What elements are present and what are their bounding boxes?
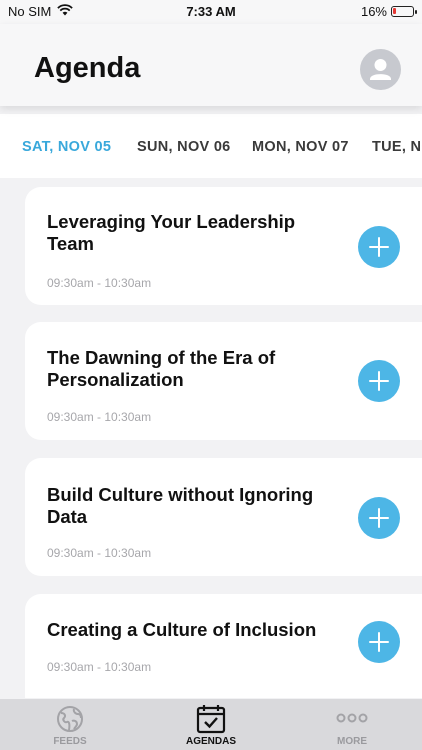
session-title: Leveraging Your Leadership Team bbox=[47, 211, 296, 254]
date-tab[interactable]: TUE, NOV 08 bbox=[372, 139, 422, 155]
session-title: The Dawning of the Era of Personalizatio… bbox=[47, 347, 276, 390]
session-card[interactable]: The Dawning of the Era of Personalizatio… bbox=[25, 322, 422, 440]
tab-feeds[interactable]: FEEDS bbox=[0, 699, 140, 750]
globe-icon bbox=[55, 704, 85, 739]
session-card[interactable]: Creating a Culture of Inclusion 09:30am … bbox=[25, 594, 422, 698]
status-right: 16% bbox=[360, 4, 417, 19]
status-time: 7:33 AM bbox=[186, 4, 236, 19]
calendar-check-icon bbox=[196, 704, 226, 739]
app-header: Agenda bbox=[0, 24, 422, 106]
add-session-button[interactable] bbox=[358, 226, 400, 268]
tab-label: AGENDAS bbox=[185, 736, 236, 747]
tab-label: MORE bbox=[337, 736, 367, 747]
bottom-tab-bar: FEEDS AGENDAS MORE bbox=[0, 699, 422, 750]
session-card[interactable]: Leveraging Your Leadership Team 09:30am … bbox=[25, 187, 422, 305]
session-title: Creating a Culture of Inclusion bbox=[47, 619, 317, 640]
add-session-button[interactable] bbox=[358, 497, 400, 539]
session-time: 09:30am - 10:30am bbox=[47, 660, 152, 674]
plus-icon bbox=[369, 508, 389, 528]
tab-agendas[interactable]: AGENDAS bbox=[141, 699, 281, 750]
more-dots-icon bbox=[335, 704, 369, 739]
page-title: Agenda bbox=[34, 52, 141, 84]
user-avatar-icon[interactable] bbox=[360, 49, 401, 90]
date-tabs: SAT, NOV 05 SUN, NOV 06 MON, NOV 07 TUE,… bbox=[0, 114, 422, 178]
plus-icon bbox=[369, 237, 389, 257]
session-time: 09:30am - 10:30am bbox=[47, 276, 152, 290]
battery-percent: 16% bbox=[360, 4, 387, 19]
session-time: 09:30am - 10:30am bbox=[47, 410, 152, 424]
tab-more[interactable]: MORE bbox=[282, 699, 422, 750]
add-session-button[interactable] bbox=[358, 621, 400, 663]
status-bar: No SIM 7:33 AM 16% bbox=[0, 0, 422, 24]
plus-icon bbox=[369, 371, 389, 391]
session-title: Build Culture without Ignoring Data bbox=[47, 484, 314, 527]
tab-label: FEEDS bbox=[53, 736, 87, 747]
session-time: 09:30am - 10:30am bbox=[47, 546, 152, 560]
plus-icon bbox=[369, 632, 389, 652]
battery-icon bbox=[391, 6, 417, 17]
add-session-button[interactable] bbox=[358, 360, 400, 402]
date-tab[interactable]: MON, NOV 07 bbox=[252, 139, 349, 155]
date-tab[interactable]: SUN, NOV 06 bbox=[137, 139, 231, 155]
session-card[interactable]: Build Culture without Ignoring Data 09:3… bbox=[25, 458, 422, 576]
session-list: Leveraging Your Leadership Team 09:30am … bbox=[0, 178, 422, 698]
date-tab[interactable]: SAT, NOV 05 bbox=[22, 139, 111, 155]
